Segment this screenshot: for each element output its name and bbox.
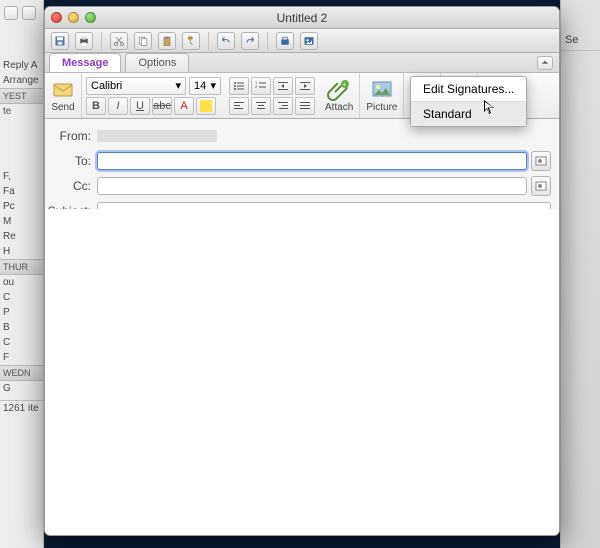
ribbon-tabbar: Message Options: [45, 53, 559, 73]
tab-options[interactable]: Options: [125, 53, 189, 72]
picture-button[interactable]: Picture: [360, 73, 404, 118]
decrease-indent-button[interactable]: [273, 77, 293, 95]
parent-mailbox-strip: Reply A Arrange YEST te F, Fa Pc M Re H …: [0, 0, 44, 548]
msg-item[interactable]: Re: [0, 229, 43, 244]
to-field[interactable]: [97, 152, 527, 170]
chevron-down-icon: ▾: [175, 79, 181, 92]
paste-icon[interactable]: [158, 32, 176, 50]
cc-label: Cc:: [45, 179, 97, 193]
send-group[interactable]: Send: [45, 73, 82, 118]
bullets-button[interactable]: [229, 77, 249, 95]
reply-all-fragment[interactable]: Reply A: [0, 58, 43, 73]
picture-label: Picture: [366, 102, 397, 113]
message-body[interactable]: [45, 209, 559, 535]
font-color-button[interactable]: A: [174, 97, 194, 115]
underline-button[interactable]: U: [130, 97, 150, 115]
contacts-icon[interactable]: [22, 6, 36, 20]
signature-dropdown: Edit Signatures... Standard: [410, 76, 527, 127]
status-footer: 1261 ite: [0, 400, 43, 416]
toolbox-icon[interactable]: [276, 32, 294, 50]
cut-icon[interactable]: [110, 32, 128, 50]
msg-item[interactable]: G: [0, 381, 43, 396]
send-label: Send: [51, 102, 74, 113]
minimize-icon[interactable]: [68, 12, 79, 23]
attach-label: Attach: [325, 102, 353, 113]
numbering-button[interactable]: 12: [251, 77, 271, 95]
undo-icon[interactable]: [217, 32, 235, 50]
window-title: Untitled 2: [277, 11, 328, 25]
section-wednesday[interactable]: WEDN: [0, 365, 43, 381]
align-right-button[interactable]: [273, 97, 293, 115]
chevron-down-icon: ▾: [210, 79, 216, 92]
mouse-cursor-icon: [484, 100, 496, 116]
send-icon: [51, 78, 75, 102]
to-label: To:: [45, 154, 97, 168]
paragraph-group: 12: [225, 77, 319, 115]
mailbox-icon[interactable]: [4, 6, 18, 20]
msg-item[interactable]: P: [0, 305, 43, 320]
arrange-fragment[interactable]: Arrange: [0, 73, 43, 88]
align-left-button[interactable]: [229, 97, 249, 115]
strikethrough-button[interactable]: abc: [152, 97, 172, 115]
msg-item[interactable]: C: [0, 290, 43, 305]
copy-icon[interactable]: [134, 32, 152, 50]
svg-text:+: +: [343, 83, 347, 89]
quick-toolbar: [45, 29, 559, 53]
svg-text:2: 2: [255, 84, 258, 89]
msg-item[interactable]: Fa: [0, 184, 43, 199]
redo-icon[interactable]: [241, 32, 259, 50]
justify-button[interactable]: [295, 97, 315, 115]
align-center-button[interactable]: [251, 97, 271, 115]
attach-button[interactable]: + Attach: [319, 73, 360, 118]
print-icon[interactable]: [75, 32, 93, 50]
font-size-value: 14: [194, 80, 206, 92]
media-browser-icon[interactable]: [300, 32, 318, 50]
picture-icon: [370, 78, 394, 102]
cc-field[interactable]: [97, 177, 527, 195]
tab-message[interactable]: Message: [49, 53, 121, 72]
from-label: From:: [45, 129, 97, 143]
font-name-select[interactable]: Calibri ▾: [86, 77, 186, 95]
msg-item[interactable]: M: [0, 214, 43, 229]
right-edge-strip: Se: [560, 0, 600, 548]
italic-button[interactable]: I: [108, 97, 128, 115]
parent-toolbar: [0, 0, 43, 26]
contacts-picker-button[interactable]: [531, 176, 551, 196]
zoom-icon[interactable]: [85, 12, 96, 23]
increase-indent-button[interactable]: [295, 77, 315, 95]
signature-standard-item[interactable]: Standard: [411, 102, 526, 126]
font-name-value: Calibri: [91, 80, 122, 92]
bold-button[interactable]: B: [86, 97, 106, 115]
msg-item[interactable]: H: [0, 244, 43, 259]
from-value-redacted: [97, 130, 217, 142]
from-field[interactable]: [97, 126, 551, 146]
msg-item[interactable]: Pc: [0, 199, 43, 214]
font-color-label: A: [180, 100, 187, 112]
msg-item[interactable]: F: [0, 350, 43, 365]
msg-item[interactable]: te: [0, 104, 43, 119]
msg-item[interactable]: ou: [0, 275, 43, 290]
msg-item[interactable]: F,: [0, 169, 43, 184]
close-icon[interactable]: [51, 12, 62, 23]
msg-item[interactable]: C: [0, 335, 43, 350]
edit-signatures-item[interactable]: Edit Signatures...: [411, 77, 526, 101]
save-icon[interactable]: [51, 32, 69, 50]
search-fragment[interactable]: Se: [561, 30, 600, 51]
font-group: Calibri ▾ 14 ▾ B I U abc A: [82, 77, 225, 115]
section-thursday[interactable]: THUR: [0, 259, 43, 275]
titlebar: Untitled 2: [45, 7, 559, 29]
paperclip-icon: +: [327, 78, 351, 102]
msg-item[interactable]: B: [0, 320, 43, 335]
format-painter-icon[interactable]: [182, 32, 200, 50]
highlight-button[interactable]: [196, 97, 216, 115]
header-fields: From: To: Cc: Subject:: [45, 119, 559, 222]
font-size-select[interactable]: 14 ▾: [189, 77, 221, 95]
contacts-picker-button[interactable]: [531, 151, 551, 171]
collapse-ribbon-button[interactable]: [537, 56, 553, 70]
section-yesterday[interactable]: YEST: [0, 88, 43, 104]
